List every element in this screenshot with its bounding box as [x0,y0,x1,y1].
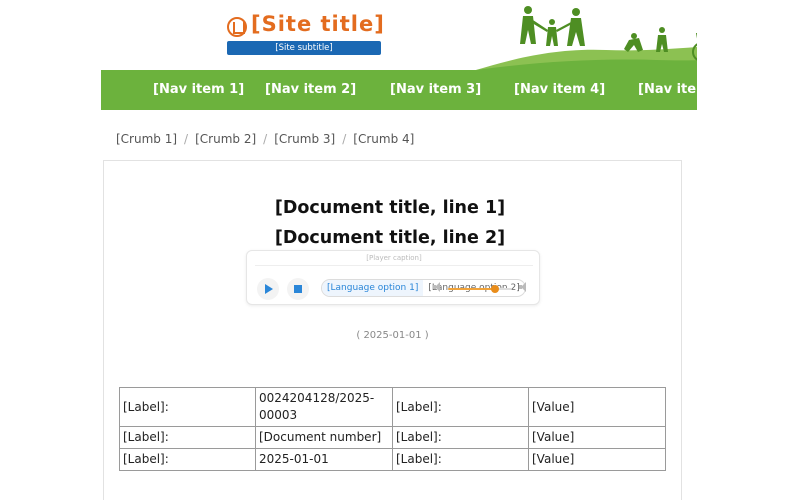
table-row: [Label]: 2025-01-01 [Label]: [Value] [119,448,666,471]
table-row: [Label]: [Document number] [Label]: [Val… [119,426,666,449]
site-title: [Site title] [251,12,385,36]
site-subtitle: [Site subtitle] [227,41,381,55]
meta-value-effective-date: 2025-01-01 [255,448,393,471]
meta-label-doc-no: [Label]: [119,426,256,449]
player-caption: [Player caption] [366,254,422,262]
breadcrumb-home[interactable]: [Crumb 1] [116,132,177,146]
document-meta-table: [Label]: 0024204128/2025-00003 [Label]: … [119,387,666,471]
volume-low-icon [433,282,443,292]
breadcrumb-separator: / [263,132,268,146]
play-icon[interactable] [257,278,279,300]
meta-label-validity: [Label]: [392,448,529,471]
meta-label-effective-date: [Label]: [119,448,256,471]
publish-date: ( 2025-01-01 ) [356,330,429,341]
lang-option-mandarin[interactable]: [Language option 1] [322,280,424,296]
audio-player: [Player caption] [Language option 1] [La… [246,250,540,305]
meta-value-index-no: 0024204128/2025-00003 [255,387,393,427]
nav-item-home[interactable]: [Nav item 1] [153,70,244,110]
breadcrumb: [Crumb 1] / [Crumb 2] / [Crumb 3] / [Crumb 4] [116,132,414,146]
table-row: [Label]: 0024204128/2025-00003 [Label]: … [119,387,666,427]
meta-label-index-no: [Label]: [119,387,256,427]
volume-slider[interactable] [448,285,512,293]
meta-value-doc-no: [Document number] [255,426,393,449]
breadcrumb-gov-affairs[interactable]: [Crumb 2] [195,132,256,146]
player-divider [255,265,533,266]
page-title-line-2: [Document title, line 2] [274,228,506,248]
banner-illustration [476,6,697,70]
breadcrumb-separator: / [184,132,189,146]
main-nav: [Nav item 1] [Nav item 2] [Nav item 3] [… [101,70,729,110]
meta-value-issuer: [Value] [528,387,666,427]
meta-label-disclosure-type: [Label]: [392,426,529,449]
nav-item-civil-news[interactable]: [Nav item 2] [265,70,356,110]
breadcrumb-policy-docs[interactable]: [Crumb 3] [274,132,335,146]
breadcrumb-normative-docs[interactable]: [Crumb 4] [353,132,414,146]
breadcrumb-separator: / [342,132,347,146]
meta-value-validity: [Value] [528,448,666,471]
site-logo-icon [227,17,247,37]
page-title-line-1: [Document title, line 1] [274,198,506,218]
nav-item-one-net[interactable]: [Nav item 4] [514,70,605,110]
volume-high-icon [519,282,529,292]
page-title: [Document title, line 1] [Document title… [160,193,620,253]
stop-icon[interactable] [287,278,309,300]
page-margin-left [0,0,101,500]
volume-handle[interactable] [490,285,499,293]
volume-fill [448,288,495,290]
nav-item-services[interactable]: [Nav item 5] [638,70,729,110]
site-header: [Site title] [Site subtitle] [101,0,697,70]
meta-value-disclosure-type: [Value] [528,426,666,449]
nav-item-gov-affairs[interactable]: [Nav item 3] [390,70,481,110]
meta-label-issuer: [Label]: [392,387,529,427]
